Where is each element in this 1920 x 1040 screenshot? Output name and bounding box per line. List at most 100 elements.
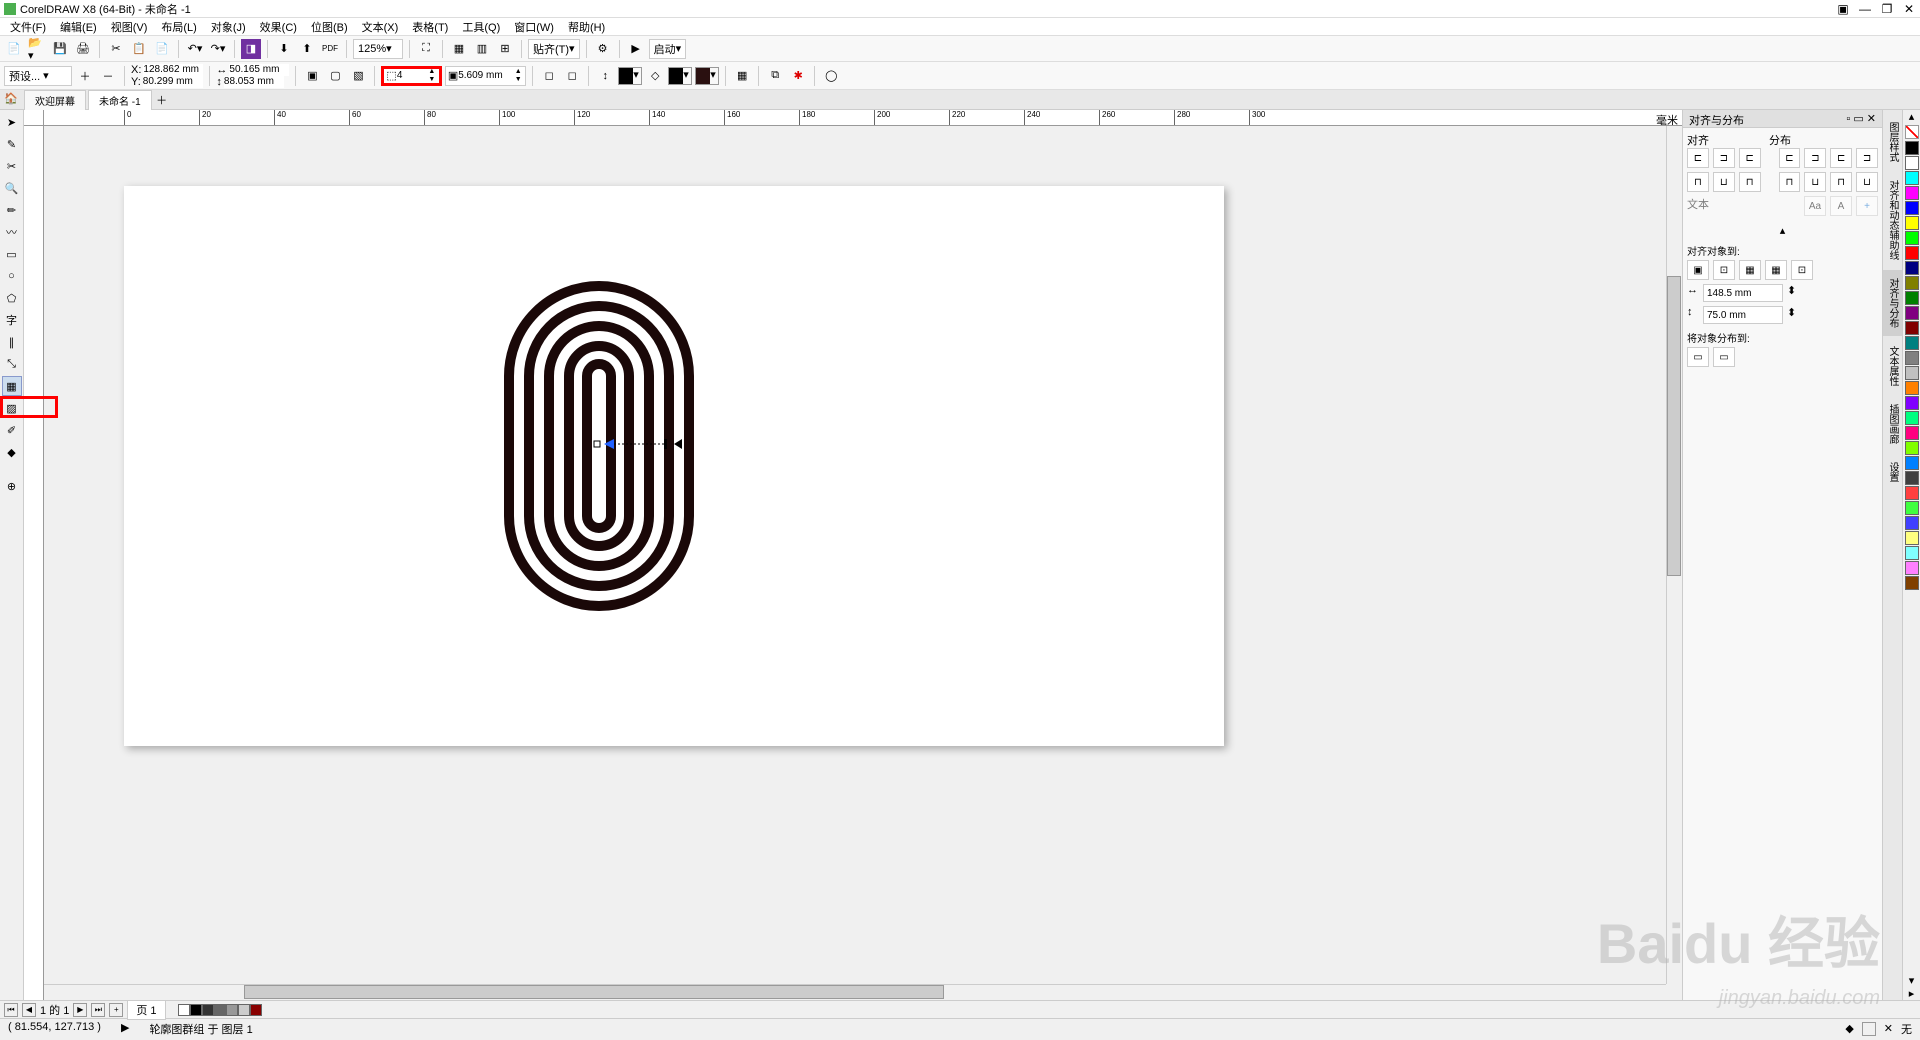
docker-tab-0[interactable]: 图层样式 (1883, 114, 1902, 170)
menu-view[interactable]: 视图(V) (105, 19, 154, 35)
end-color[interactable]: ▾ (695, 67, 719, 85)
snap-dropdown[interactable]: 贴齐(T) ▾ (528, 39, 580, 59)
scrollbar-vertical[interactable] (1666, 126, 1682, 984)
menu-text[interactable]: 文本(X) (356, 19, 405, 35)
palette-color[interactable] (1905, 156, 1919, 170)
pdf-button[interactable]: PDF (320, 39, 340, 59)
remove-preset-button[interactable]: － (98, 66, 118, 86)
dist-center-v[interactable]: ⊔ (1804, 172, 1826, 192)
menu-edit[interactable]: 编辑(E) (54, 19, 103, 35)
dist-selection[interactable]: ▭ (1687, 347, 1709, 367)
align-grid[interactable]: ▦ (1765, 260, 1787, 280)
align-top[interactable]: ⊓ (1687, 172, 1709, 192)
shape-tool[interactable]: ✎ (2, 134, 22, 154)
search-button[interactable]: ◨ (241, 39, 261, 59)
rectangle-tool[interactable]: ▭ (2, 244, 22, 264)
align-active[interactable]: ▣ (1687, 260, 1709, 280)
eyedropper-tool[interactable]: ✐ (2, 420, 22, 440)
palette-color[interactable] (1905, 276, 1919, 290)
collapse-icon[interactable]: ▴ (1687, 220, 1878, 241)
handle-start[interactable] (594, 441, 600, 447)
text-tool[interactable]: 字 (2, 310, 22, 330)
text-top[interactable]: A (1830, 196, 1852, 216)
palette-color[interactable] (1905, 441, 1919, 455)
outline-indicator-icon[interactable]: ✕ (1884, 1022, 1893, 1035)
zoom-tool[interactable]: 🔍 (2, 178, 22, 198)
dist-bottom[interactable]: ⊔ (1856, 172, 1878, 192)
polygon-tool[interactable]: ⬠ (2, 288, 22, 308)
palette-color[interactable] (1905, 366, 1919, 380)
fill-none-swatch[interactable] (1862, 1022, 1876, 1036)
docker-tab-1[interactable]: 对齐和动态辅助线 (1883, 172, 1902, 268)
palette-color[interactable] (1905, 426, 1919, 440)
menu-layout[interactable]: 布局(L) (155, 19, 202, 35)
align-point[interactable]: ⊡ (1791, 260, 1813, 280)
palette-color[interactable] (1905, 186, 1919, 200)
menu-effect[interactable]: 效果(C) (254, 19, 303, 35)
quick-custom-tool[interactable]: ⊕ (2, 476, 22, 496)
text-add[interactable]: + (1856, 196, 1878, 216)
palette-color[interactable] (1905, 246, 1919, 260)
new-button[interactable]: 📄 (4, 39, 24, 59)
preset-dropdown[interactable]: 预设... ▾ (4, 66, 72, 86)
grid-button[interactable]: ▦ (449, 39, 469, 59)
palette-color[interactable] (1905, 486, 1919, 500)
align-edge[interactable]: ⊡ (1713, 260, 1735, 280)
guides-button[interactable]: ▥ (472, 39, 492, 59)
contour-center-button[interactable]: ▣ (302, 66, 322, 86)
fill-toggle[interactable]: ◇ (645, 66, 665, 86)
palette-color[interactable] (1905, 351, 1919, 365)
outline-color[interactable]: ▾ (618, 67, 642, 85)
align-right[interactable]: ⊏ (1739, 148, 1761, 168)
dist-spacing-v[interactable]: ⊓ (1830, 172, 1852, 192)
snap-toggle-button[interactable]: ⊞ (495, 39, 515, 59)
docker-tab-2[interactable]: 对齐与分布 (1883, 270, 1902, 336)
artwork-contour[interactable] (499, 276, 699, 616)
ruler-corner[interactable] (24, 110, 44, 126)
cut-button[interactable]: ✂ (106, 39, 126, 59)
width-input[interactable] (229, 64, 289, 76)
text-baseline[interactable]: Aa (1804, 196, 1826, 216)
palette-color[interactable] (1905, 306, 1919, 320)
close-icon[interactable]: ✕ (1902, 2, 1916, 16)
height-input[interactable] (224, 76, 284, 88)
copy-contour-button[interactable]: ⧉ (765, 66, 785, 86)
ellipse-tool[interactable]: ○ (2, 266, 22, 286)
align-page[interactable]: ▦ (1739, 260, 1761, 280)
align-left[interactable]: ⊏ (1687, 148, 1709, 168)
page-next[interactable]: ▶ (73, 1003, 87, 1017)
palette-color[interactable] (1905, 171, 1919, 185)
print-button[interactable]: 🖨 (73, 39, 93, 59)
step-up[interactable]: ▲ (427, 68, 437, 76)
add-preset-button[interactable]: ＋ (75, 66, 95, 86)
palette-color[interactable] (1905, 321, 1919, 335)
crop-tool[interactable]: ✂ (2, 156, 22, 176)
artistic-tool[interactable]: 〰 (2, 222, 22, 242)
dist-left[interactable]: ⊏ (1779, 148, 1801, 168)
menu-file[interactable]: 文件(F) (4, 19, 52, 35)
palette-color[interactable] (1905, 516, 1919, 530)
scrollbar-horizontal[interactable] (44, 984, 1666, 1000)
step-down[interactable]: ▼ (427, 76, 437, 84)
page-tab[interactable]: 页 1 (127, 1000, 165, 1020)
corner-round-button[interactable]: ◻ (562, 66, 582, 86)
status-next-icon[interactable]: ▶ (121, 1021, 129, 1037)
fill-indicator-icon[interactable]: ◆ (1845, 1022, 1853, 1035)
dist-page[interactable]: ▭ (1713, 347, 1735, 367)
home-icon[interactable]: 🏠 (4, 92, 20, 108)
palette-down[interactable]: ▾ (1903, 974, 1920, 987)
color-direction-button[interactable]: ↕ (595, 66, 615, 86)
align-bottom[interactable]: ⊓ (1739, 172, 1761, 192)
docker-tab-3[interactable]: 文本属性 (1883, 338, 1902, 394)
options-button[interactable]: ⚙ (593, 39, 613, 59)
effects-tool[interactable]: ▦ (2, 376, 22, 396)
ruler-vertical[interactable] (24, 126, 44, 1000)
dist-center-h[interactable]: ⊐ (1804, 148, 1826, 168)
docker-tab-4[interactable]: 插图画廊 (1883, 396, 1902, 452)
fullscreen-button[interactable]: ⛶ (416, 39, 436, 59)
maximize-icon[interactable]: ❐ (1880, 2, 1894, 16)
palette-color[interactable] (1905, 396, 1919, 410)
docker-tab-5[interactable]: 设置 (1883, 454, 1902, 490)
contour-offset-input[interactable]: ▣ ▲▼ (445, 66, 526, 86)
palette-color[interactable] (1905, 411, 1919, 425)
